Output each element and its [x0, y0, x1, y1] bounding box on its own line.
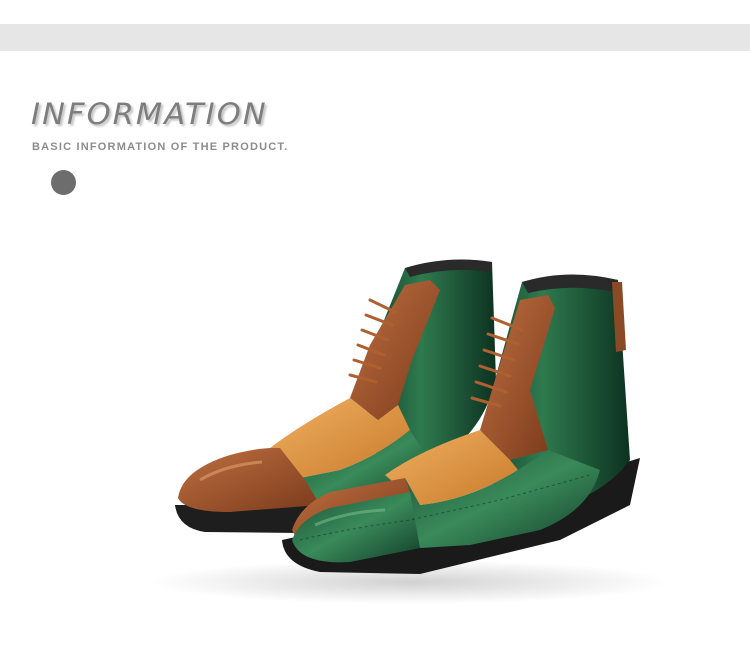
product-image-boots	[150, 259, 670, 604]
